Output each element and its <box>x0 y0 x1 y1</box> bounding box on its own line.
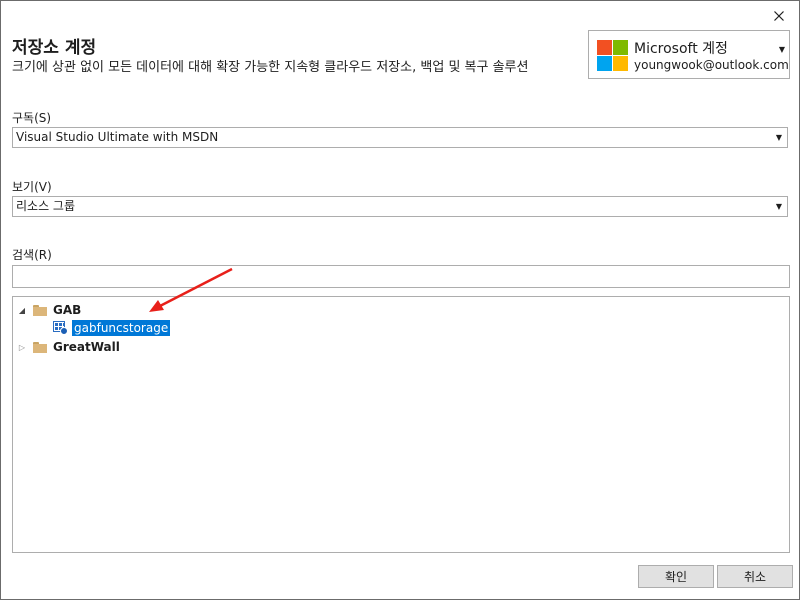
storage-account-dialog: 저장소 계정 크기에 상관 없이 모든 데이터에 대해 확장 가능한 지속형 클… <box>0 0 800 600</box>
tree-node-label: GAB <box>53 303 82 317</box>
collapsed-triangle-icon[interactable]: ▷ <box>17 343 27 352</box>
subscription-label: 구독(S) <box>12 111 52 125</box>
storage-account-icon <box>53 321 68 335</box>
folder-icon <box>33 304 47 316</box>
subscription-value: Visual Studio Ultimate with MSDN <box>16 130 219 144</box>
close-icon <box>774 11 784 21</box>
chevron-down-icon: ▼ <box>775 202 782 211</box>
dialog-subtitle: 크기에 상관 없이 모든 데이터에 대해 확장 가능한 지속형 클라우드 저장소… <box>12 60 529 75</box>
tree-node-label: gabfuncstorage <box>72 320 171 336</box>
tree-node-gabfuncstorage[interactable]: gabfuncstorage <box>53 319 171 337</box>
resource-tree[interactable]: ◢ GAB gabfuncstorage ▷ GreatWall <box>12 296 790 553</box>
view-dropdown[interactable]: 리소스 그룹 ▼ <box>12 196 788 217</box>
close-button[interactable] <box>769 6 789 26</box>
search-label: 검색(R) <box>12 248 52 262</box>
dialog-title: 저장소 계정 <box>12 38 97 58</box>
account-email: youngwook@outlook.com <box>634 58 789 72</box>
tree-node-gab[interactable]: ◢ GAB <box>17 301 81 319</box>
subscription-dropdown[interactable]: Visual Studio Ultimate with MSDN ▼ <box>12 127 788 148</box>
search-input[interactable] <box>12 265 790 288</box>
chevron-down-icon: ▼ <box>775 133 782 142</box>
folder-icon <box>33 341 47 353</box>
expanded-triangle-icon[interactable]: ◢ <box>17 306 27 315</box>
tree-node-label: GreatWall <box>53 340 120 354</box>
chevron-down-icon: ▼ <box>778 45 785 54</box>
cancel-button[interactable]: 취소 <box>717 565 793 588</box>
account-selector[interactable]: Microsoft 계정 youngwook@outlook.com ▼ <box>588 30 790 79</box>
ok-button[interactable]: 확인 <box>638 565 714 588</box>
tree-node-greatwall[interactable]: ▷ GreatWall <box>17 338 120 356</box>
microsoft-logo-icon <box>597 40 628 71</box>
account-name: Microsoft 계정 <box>634 41 728 57</box>
view-label: 보기(V) <box>12 180 52 194</box>
view-value: 리소스 그룹 <box>16 199 76 213</box>
